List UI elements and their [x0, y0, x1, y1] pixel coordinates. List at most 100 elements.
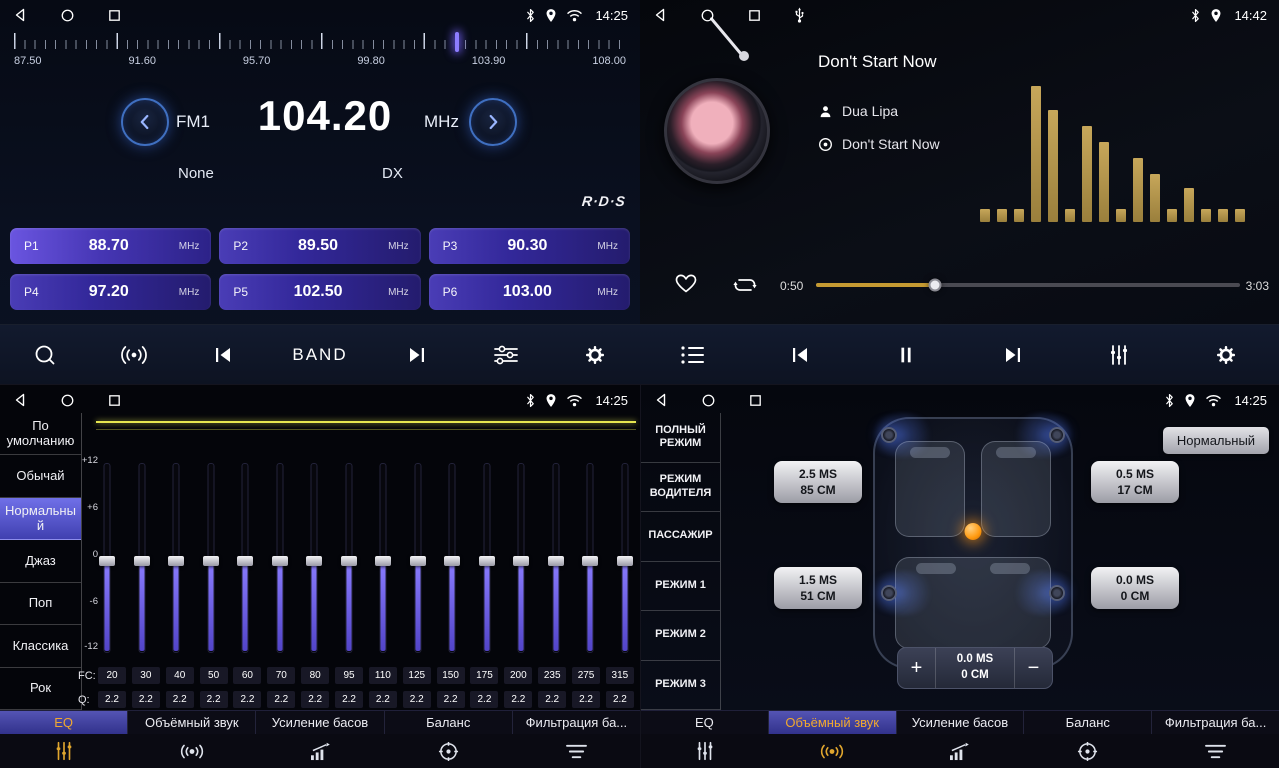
eq-tab-icon[interactable] — [641, 734, 769, 768]
eq-preset-item[interactable]: Рок — [0, 668, 81, 710]
repeat-icon[interactable] — [732, 275, 758, 300]
rear-right-delay[interactable]: 0.0 MS 0 CM — [1091, 567, 1179, 609]
nav-recents-icon[interactable] — [747, 8, 762, 23]
eq-band-slider[interactable] — [478, 463, 496, 659]
eq-slider-thumb[interactable] — [99, 556, 115, 566]
eq-band-slider[interactable] — [340, 463, 358, 659]
eq-band-slider[interactable] — [374, 463, 392, 659]
tab-filter[interactable]: Фильтрация ба... — [513, 711, 640, 734]
eq-band-slider[interactable] — [236, 463, 254, 659]
eq-band-slider[interactable] — [167, 463, 185, 659]
tab-balance[interactable]: Баланс — [385, 711, 513, 734]
eq-slider-thumb[interactable] — [513, 556, 529, 566]
eq-band-slider[interactable] — [616, 463, 634, 659]
preset-p2[interactable]: P2 89.50 MHz — [219, 228, 420, 264]
decrease-delay-button[interactable]: − — [1014, 648, 1052, 688]
eq-slider-thumb[interactable] — [203, 556, 219, 566]
eq-band-slider[interactable] — [271, 463, 289, 659]
filter-tab-icon[interactable] — [512, 734, 640, 768]
nav-recents-icon[interactable] — [107, 393, 122, 408]
filter-tab-icon[interactable] — [1151, 734, 1279, 768]
listening-position-marker[interactable] — [965, 523, 982, 540]
previous-station-icon[interactable] — [203, 343, 243, 367]
tab-balance[interactable]: Баланс — [1024, 711, 1152, 734]
mode-item[interactable]: ПОЛНЫЙ РЕЖИМ — [641, 413, 720, 463]
preset-p3[interactable]: P3 90.30 MHz — [429, 228, 630, 264]
eq-band-slider[interactable] — [512, 463, 530, 659]
settings-gear-icon[interactable] — [1206, 343, 1246, 367]
tab-filter[interactable]: Фильтрация ба... — [1152, 711, 1279, 734]
nav-home-icon[interactable] — [60, 8, 75, 23]
tab-surround[interactable]: Объёмный звук — [128, 711, 256, 734]
eq-slider-thumb[interactable] — [479, 556, 495, 566]
eq-band-slider[interactable] — [98, 463, 116, 659]
front-right-delay[interactable]: 0.5 MS 17 CM — [1091, 461, 1179, 503]
mixer-icon[interactable] — [1099, 343, 1139, 367]
next-station-icon[interactable] — [397, 343, 437, 367]
bass-boost-tab-icon[interactable] — [256, 734, 384, 768]
nav-back-icon[interactable] — [12, 7, 28, 23]
mode-item[interactable]: РЕЖИМ 3 — [641, 661, 720, 711]
eq-slider-thumb[interactable] — [617, 556, 633, 566]
eq-tab-icon[interactable] — [0, 734, 128, 768]
bass-boost-tab-icon[interactable] — [896, 734, 1024, 768]
eq-preset-item[interactable]: Поп — [0, 583, 81, 625]
tune-up-button[interactable] — [469, 98, 517, 146]
progress-bar[interactable] — [816, 283, 1240, 287]
eq-slider-thumb[interactable] — [410, 556, 426, 566]
eq-band-slider[interactable] — [581, 463, 599, 659]
balance-tab-icon[interactable] — [384, 734, 512, 768]
previous-track-icon[interactable] — [780, 343, 820, 367]
balance-tab-icon[interactable] — [1024, 734, 1152, 768]
frequency-scale[interactable]: 87.50 91.60 95.70 99.80 103.90 108.00 — [0, 32, 640, 76]
eq-band-slider[interactable] — [305, 463, 323, 659]
eq-slider-thumb[interactable] — [444, 556, 460, 566]
nav-recents-icon[interactable] — [748, 393, 763, 408]
tab-eq[interactable]: EQ — [0, 711, 128, 734]
preset-p6[interactable]: P6 103.00 MHz — [429, 274, 630, 310]
eq-slider-thumb[interactable] — [168, 556, 184, 566]
eq-slider-thumb[interactable] — [582, 556, 598, 566]
eq-slider-thumb[interactable] — [272, 556, 288, 566]
preset-p5[interactable]: P5 102.50 MHz — [219, 274, 420, 310]
nav-back-icon[interactable] — [653, 392, 669, 408]
pause-icon[interactable] — [886, 344, 926, 366]
rear-left-delay[interactable]: 1.5 MS 51 CM — [774, 567, 862, 609]
mode-item[interactable]: РЕЖИМ ВОДИТЕЛЯ — [641, 463, 720, 513]
mode-item[interactable]: РЕЖИМ 1 — [641, 562, 720, 612]
nav-recents-icon[interactable] — [107, 8, 122, 23]
eq-band-slider[interactable] — [443, 463, 461, 659]
tab-bass-boost[interactable]: Усиление басов — [897, 711, 1025, 734]
nav-home-icon[interactable] — [701, 393, 716, 408]
preset-p1[interactable]: P1 88.70 MHz — [10, 228, 211, 264]
preset-p4[interactable]: P4 97.20 MHz — [10, 274, 211, 310]
eq-slider-thumb[interactable] — [375, 556, 391, 566]
nav-back-icon[interactable] — [12, 392, 28, 408]
mode-item[interactable]: РЕЖИМ 2 — [641, 611, 720, 661]
eq-preset-item[interactable]: Обычай — [0, 455, 81, 497]
increase-delay-button[interactable]: + — [898, 648, 936, 688]
eq-slider-thumb[interactable] — [237, 556, 253, 566]
eq-band-slider[interactable] — [409, 463, 427, 659]
front-left-delay[interactable]: 2.5 MS 85 CM — [774, 461, 862, 503]
nav-home-icon[interactable] — [700, 8, 715, 23]
tune-down-button[interactable] — [121, 98, 169, 146]
eq-preset-item[interactable]: Классика — [0, 625, 81, 667]
favorite-heart-icon[interactable] — [674, 272, 698, 299]
eq-preset-item[interactable]: Джаз — [0, 540, 81, 582]
eq-slider-thumb[interactable] — [548, 556, 564, 566]
nav-back-icon[interactable] — [652, 7, 668, 23]
surround-tab-icon[interactable] — [769, 734, 897, 768]
band-button[interactable]: BAND — [292, 345, 347, 365]
eq-preset-item[interactable]: Нормальный — [0, 498, 81, 540]
eq-preset-item[interactable]: По умолчанию — [0, 413, 81, 455]
eq-settings-icon[interactable] — [486, 344, 526, 366]
playlist-icon[interactable] — [673, 345, 713, 365]
scan-icon[interactable] — [25, 343, 65, 367]
eq-slider-thumb[interactable] — [341, 556, 357, 566]
eq-band-slider[interactable] — [133, 463, 151, 659]
settings-gear-icon[interactable] — [575, 343, 615, 367]
tab-eq[interactable]: EQ — [641, 711, 769, 734]
tab-bass-boost[interactable]: Усиление басов — [256, 711, 384, 734]
profile-button[interactable]: Нормальный — [1163, 427, 1269, 454]
